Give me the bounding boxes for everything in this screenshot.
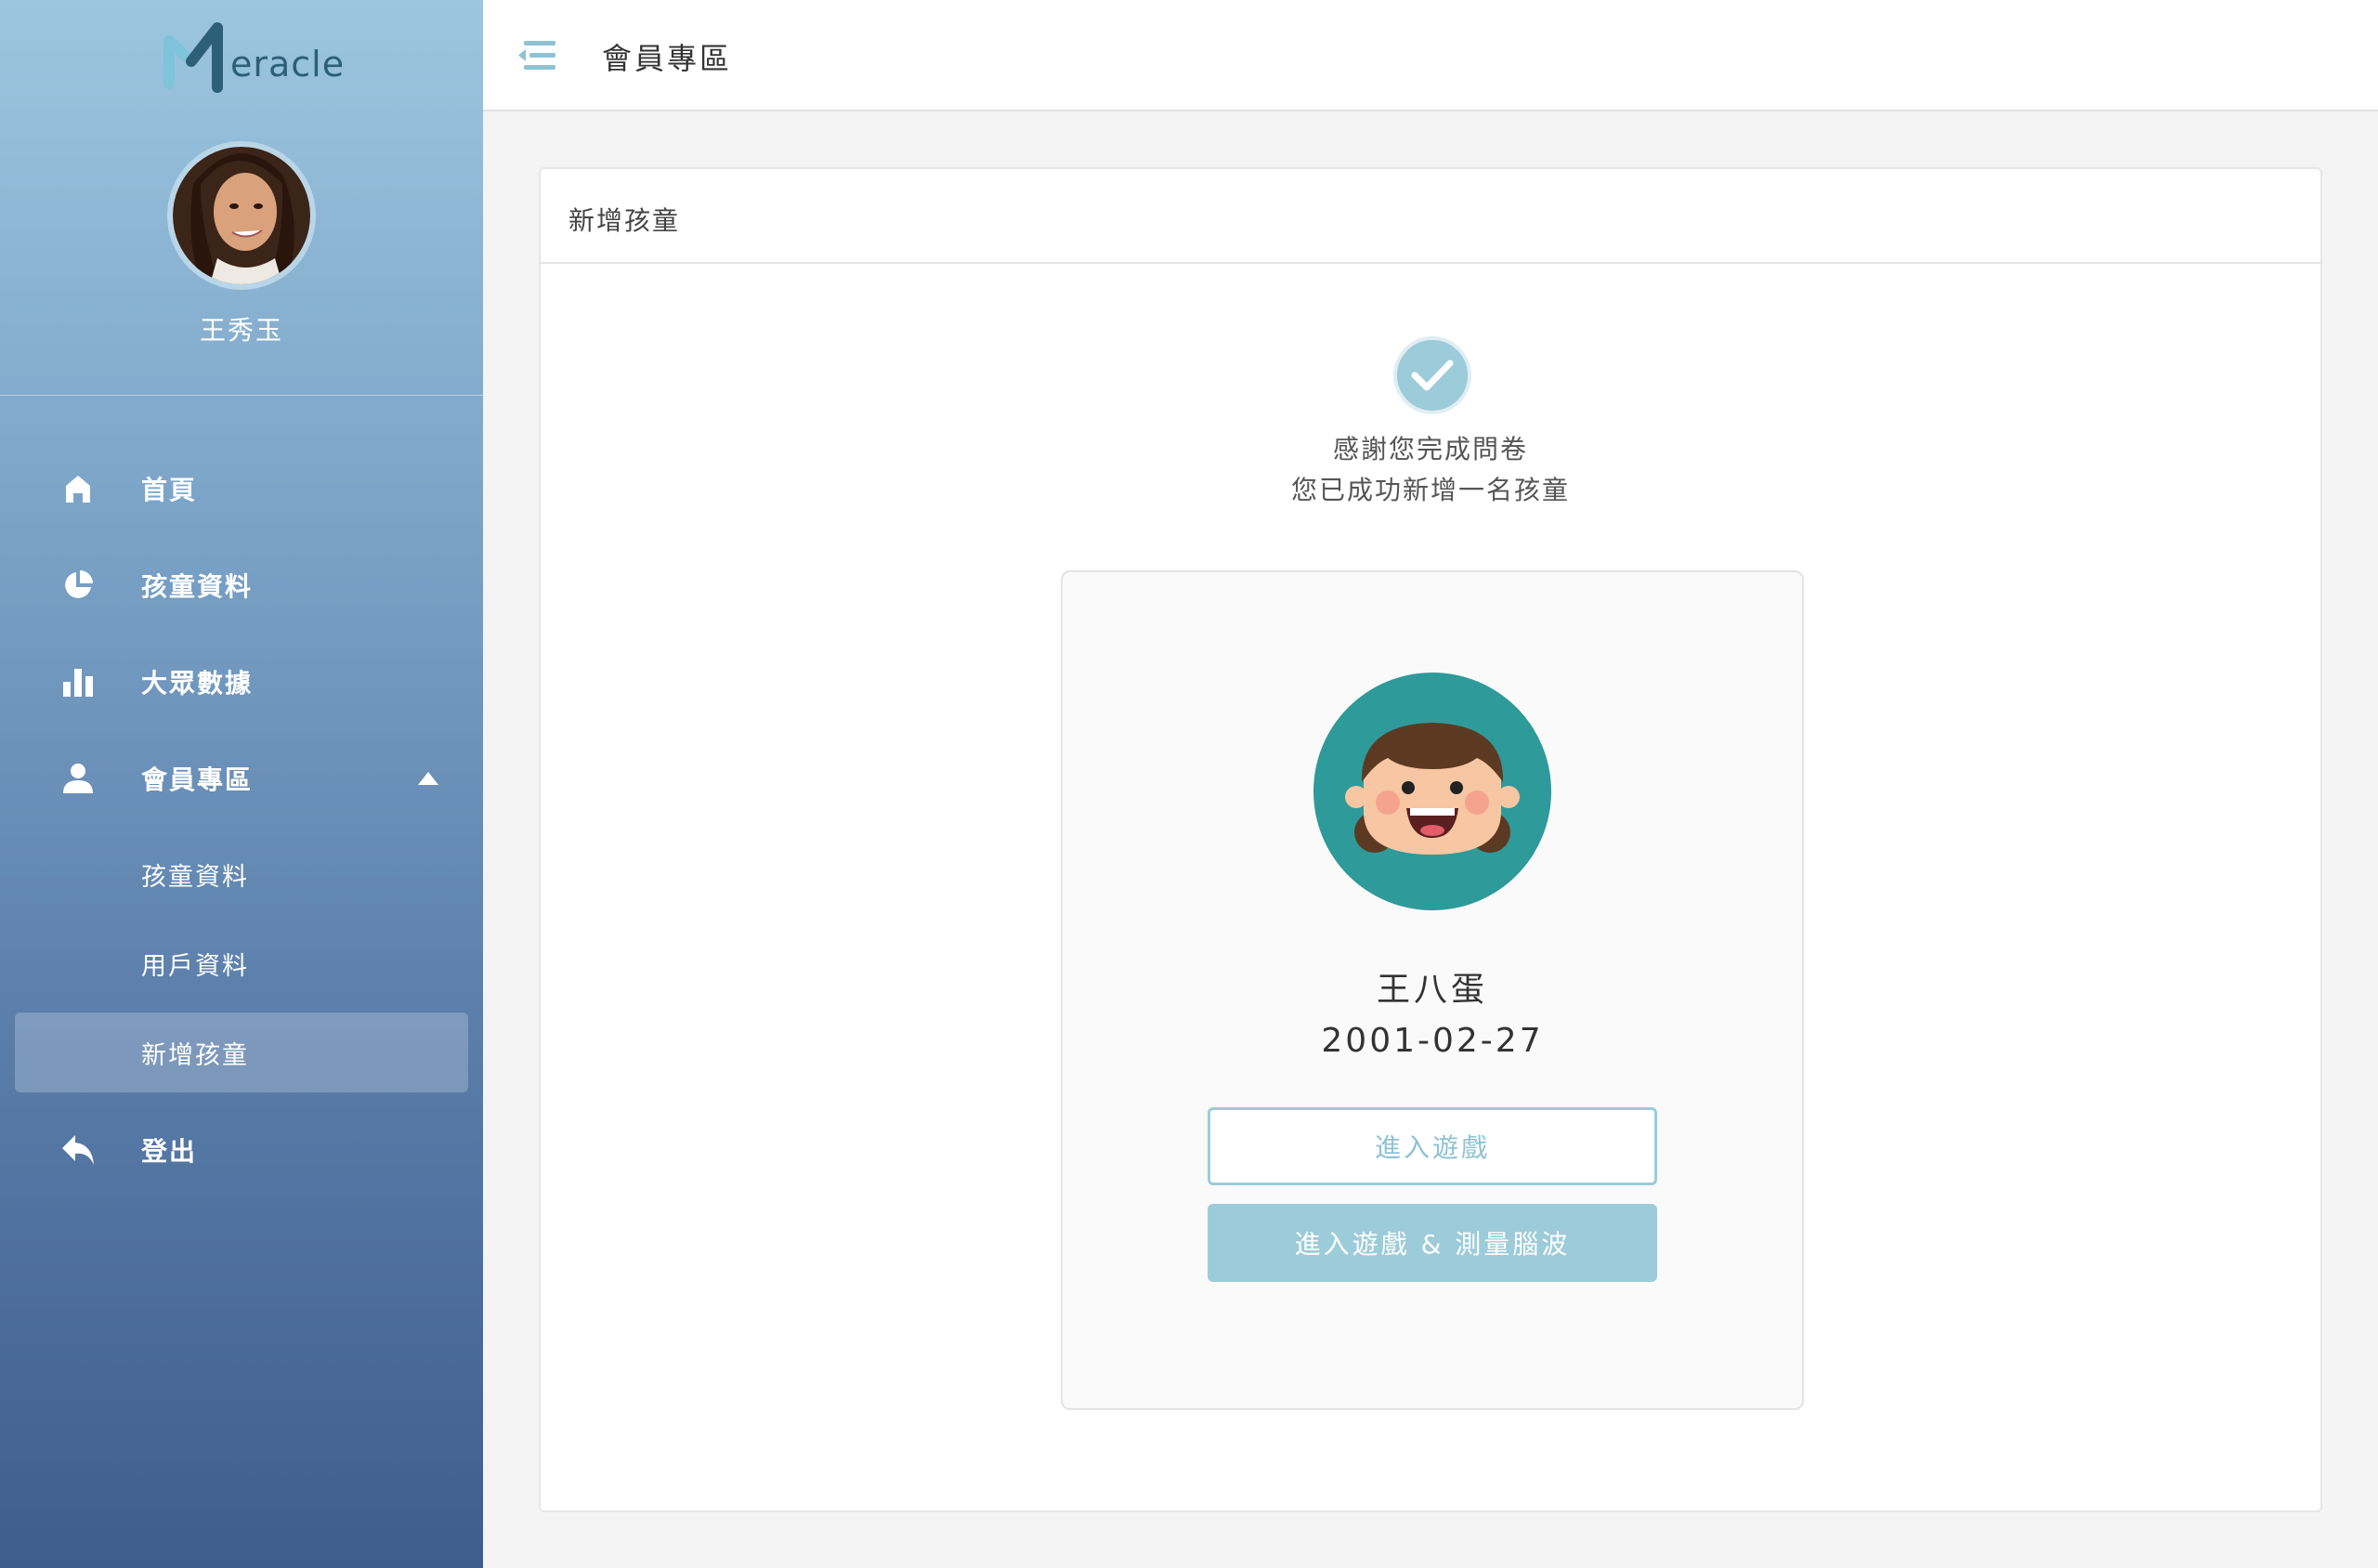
sidebar-item-member[interactable]: 會員專區 — [0, 741, 483, 816]
logo-text: eracle — [230, 44, 346, 85]
enter-game-button[interactable]: 進入遊戲 — [1208, 1107, 1657, 1185]
sidebar-item-child-data[interactable]: 孩童資料 — [0, 548, 483, 622]
menu-collapse-icon — [518, 41, 555, 70]
menu-toggle-button[interactable] — [516, 35, 557, 76]
user-avatar[interactable] — [167, 141, 316, 290]
top-bar: 會員專區 — [483, 0, 2378, 111]
reply-arrow-icon — [59, 1131, 97, 1169]
user-photo-icon — [173, 147, 310, 284]
sidebar-item-label: 大眾數據 — [141, 668, 254, 699]
sidebar-item-label: 孩童資料 — [141, 571, 254, 602]
sidebar-item-label: 登出 — [141, 1136, 198, 1167]
sidebar: eracle 王秀玉 首頁 孩童資料 大眾數據 會員專區 孩童資料 用戶資料 新… — [0, 0, 483, 1568]
sidebar-item-label: 孩童資料 — [141, 862, 249, 892]
sidebar-item-label: 首頁 — [141, 475, 198, 505]
home-icon — [59, 470, 97, 507]
success-message-line1: 感謝您完成問卷 — [1332, 434, 1528, 464]
app-logo[interactable]: eracle — [163, 19, 345, 93]
sidebar-item-label: 新增孩童 — [141, 1040, 249, 1070]
sidebar-divider — [0, 395, 483, 396]
user-icon — [59, 760, 97, 797]
child-name: 王八蛋 — [1376, 971, 1488, 1009]
bar-chart-icon — [59, 663, 97, 700]
success-message-line2: 您已成功新增一名孩童 — [1290, 475, 1570, 505]
page-title: 會員專區 — [602, 41, 733, 76]
success-check-icon — [1393, 336, 1471, 414]
user-name: 王秀玉 — [199, 315, 283, 346]
sidebar-item-home[interactable]: 首頁 — [0, 451, 483, 526]
enter-game-eeg-button[interactable]: 進入遊戲 & 測量腦波 — [1208, 1204, 1657, 1282]
caret-up-icon[interactable] — [418, 772, 438, 785]
child-avatar-icon — [1313, 673, 1551, 910]
add-child-card: 新增孩童 感謝您完成問卷 您已成功新增一名孩童 王八蛋 2001-02-27 進… — [539, 167, 2322, 1512]
sidebar-subitem-child-data[interactable]: 孩童資料 — [15, 834, 468, 914]
card-header: 新增孩童 — [541, 169, 2320, 264]
sidebar-subitem-user-data[interactable]: 用戶資料 — [15, 923, 468, 1003]
pie-chart-icon — [59, 567, 97, 604]
card-title: 新增孩童 — [568, 205, 681, 236]
sidebar-subitem-add-child[interactable]: 新增孩童 — [15, 1013, 468, 1092]
sidebar-item-logout[interactable]: 登出 — [0, 1113, 483, 1187]
child-profile-box: 王八蛋 2001-02-27 進入遊戲 進入遊戲 & 測量腦波 — [1061, 570, 1804, 1410]
sidebar-item-label: 用戶資料 — [141, 951, 249, 981]
sidebar-item-label: 會員專區 — [141, 764, 254, 795]
sidebar-item-public-data[interactable]: 大眾數據 — [0, 645, 483, 719]
child-birthdate: 2001-02-27 — [1321, 1022, 1544, 1060]
logo-mark-icon — [163, 22, 223, 93]
